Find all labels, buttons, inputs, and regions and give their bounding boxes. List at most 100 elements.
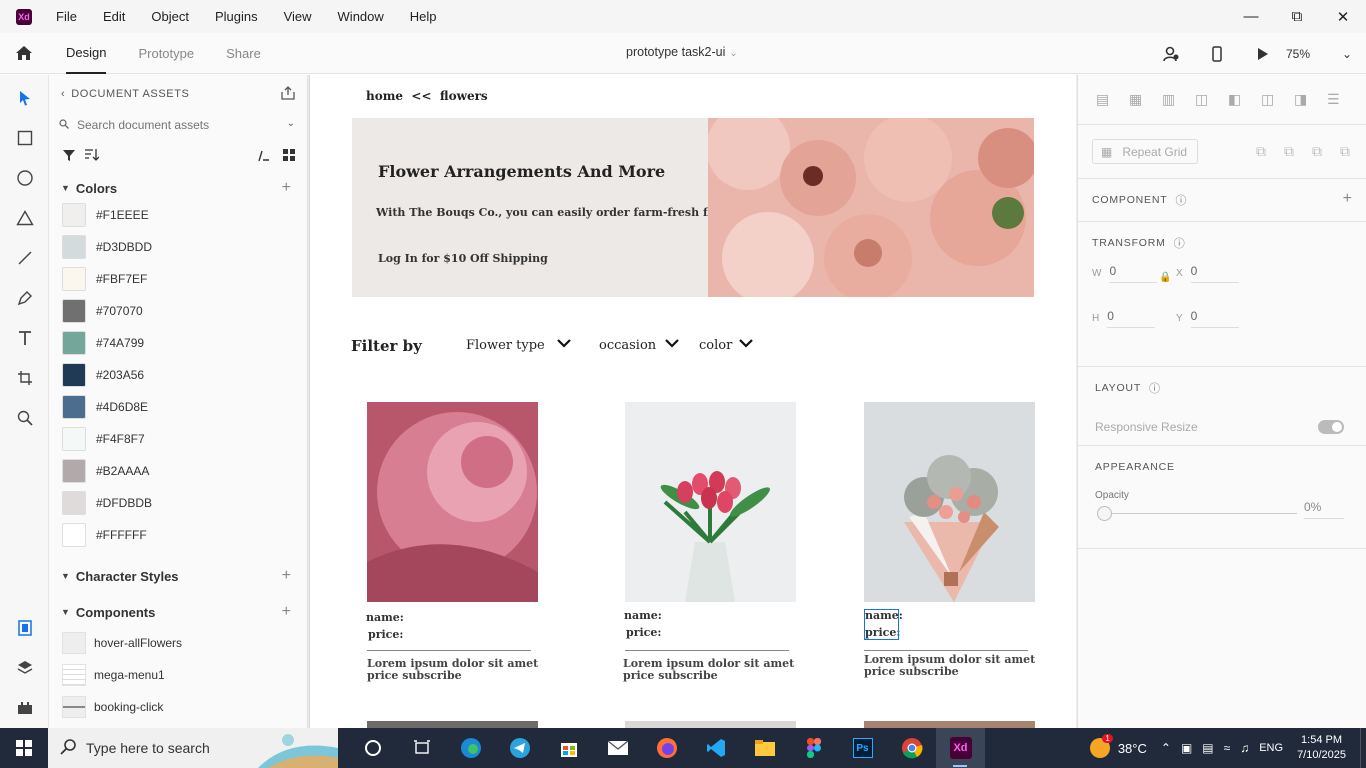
y-value[interactable]: 0	[1190, 309, 1239, 328]
pen-tool-icon[interactable]	[0, 278, 49, 318]
boolean-subtract-icon[interactable]: ⧉	[1284, 143, 1294, 160]
menu-help[interactable]: Help	[410, 9, 437, 24]
align-left-icon[interactable]: ◧	[1228, 91, 1261, 108]
home-icon[interactable]	[0, 33, 48, 74]
colors-section-header[interactable]: ▼ Colors +	[49, 177, 307, 199]
info-icon[interactable]: ⓘ	[1175, 192, 1187, 208]
filter-icon[interactable]	[63, 149, 75, 164]
search-input[interactable]	[77, 117, 257, 132]
opacity-value[interactable]: 0%	[1304, 500, 1344, 519]
component-item[interactable]: hover-allFlowers	[49, 627, 307, 659]
wifi-icon[interactable]: ≈	[1224, 741, 1231, 755]
component-item[interactable]: booking-click	[49, 691, 307, 723]
select-tool-icon[interactable]	[0, 78, 49, 118]
zoom-tool-icon[interactable]	[0, 398, 49, 438]
component-item[interactable]: mega-menu1	[49, 659, 307, 691]
color-swatch-row[interactable]: #B2AAAA	[49, 455, 307, 487]
close-icon[interactable]: ✕	[1320, 0, 1366, 33]
filter-flower-type[interactable]: Flower type	[466, 338, 545, 353]
product-image-next-row[interactable]	[625, 721, 796, 728]
menu-plugins[interactable]: Plugins	[215, 9, 258, 24]
photoshop-icon[interactable]: Ps	[838, 728, 887, 768]
hero-flower-image[interactable]	[708, 118, 1034, 297]
show-desktop-button[interactable]	[1360, 728, 1366, 768]
menu-edit[interactable]: Edit	[103, 9, 125, 24]
color-swatch-row[interactable]: #707070	[49, 295, 307, 327]
boolean-exclude-icon[interactable]: ⧉	[1340, 143, 1350, 160]
file-explorer-icon[interactable]	[740, 728, 789, 768]
sort-icon[interactable]	[85, 148, 100, 164]
color-swatch-row[interactable]: #4D6D8E	[49, 391, 307, 423]
document-assets-icon[interactable]	[0, 608, 49, 648]
menu-file[interactable]: File	[56, 9, 77, 24]
color-swatch-row[interactable]: #F4F8F7	[49, 423, 307, 455]
boolean-intersect-icon[interactable]: ⧉	[1312, 143, 1322, 160]
tab-prototype[interactable]: Prototype	[138, 33, 194, 74]
chevron-down-icon[interactable]: ⌄	[287, 118, 295, 129]
card-name-label[interactable]: name:	[366, 611, 404, 624]
artboard-tool-icon[interactable]	[0, 358, 49, 398]
canvas[interactable]: home << flowers Flower Arrangements And …	[308, 75, 1077, 728]
width-value[interactable]: 0	[1109, 264, 1158, 283]
card-price-label[interactable]: price:	[368, 628, 403, 641]
menu-object[interactable]: Object	[151, 9, 189, 24]
hero-title[interactable]: Flower Arrangements And More	[378, 162, 665, 181]
task-view-icon[interactable]	[397, 728, 446, 768]
align-bottom-icon[interactable]: ▥	[1162, 91, 1195, 108]
x-field[interactable]: X0	[1176, 264, 1239, 283]
card-name-label[interactable]: name:	[624, 609, 662, 622]
document-title[interactable]: prototype task2-ui ⌄	[626, 45, 738, 59]
weather-widget[interactable]: 1 38°C	[1089, 734, 1147, 758]
x-value[interactable]: 0	[1190, 264, 1239, 283]
grid-view-icon[interactable]	[283, 149, 295, 164]
polygon-tool-icon[interactable]	[0, 198, 49, 238]
opacity-slider-track[interactable]	[1103, 513, 1297, 514]
distribute-horizontal-icon[interactable]: ☰	[1327, 91, 1360, 108]
volume-icon[interactable]: ♫	[1240, 741, 1249, 755]
card-description[interactable]: Lorem ipsum dolor sit amet price subscri…	[367, 658, 547, 682]
add-component-icon[interactable]: +	[282, 603, 291, 621]
hero-cta[interactable]: Log In for $10 Off Shipping	[378, 252, 548, 265]
info-icon[interactable]: ⓘ	[1174, 235, 1186, 251]
menu-window[interactable]: Window	[338, 9, 384, 24]
align-right-icon[interactable]: ◨	[1294, 91, 1327, 108]
card-description[interactable]: Lorem ipsum dolor sit amet price subscri…	[623, 658, 803, 682]
add-color-icon[interactable]: +	[282, 179, 291, 197]
y-field[interactable]: Y0	[1176, 309, 1239, 328]
tab-design[interactable]: Design	[66, 33, 107, 74]
opacity-slider-handle[interactable]	[1097, 506, 1112, 521]
product-image-tulips[interactable]	[625, 402, 796, 602]
chevron-down-icon[interactable]	[664, 337, 680, 349]
height-field[interactable]: H0	[1092, 309, 1156, 328]
figma-icon[interactable]	[789, 728, 838, 768]
microsoft-store-icon[interactable]	[544, 728, 593, 768]
network-icon[interactable]: ▤	[1202, 741, 1213, 755]
taskbar-search[interactable]: Type here to search	[48, 728, 338, 768]
align-center-icon[interactable]: ◫	[1261, 91, 1294, 108]
invite-user-icon[interactable]	[1148, 46, 1194, 62]
hero-subtitle[interactable]: With The Bouqs Co., you can easily order…	[376, 206, 722, 219]
breadcrumb[interactable]: home << flowers	[366, 89, 488, 103]
menu-view[interactable]: View	[284, 9, 312, 24]
card-description[interactable]: Lorem ipsum dolor sit amet price subscri…	[864, 654, 1044, 678]
back-chevron-icon[interactable]: ‹	[61, 88, 65, 100]
width-field[interactable]: W0	[1092, 264, 1158, 283]
telegram-icon[interactable]	[495, 728, 544, 768]
share-assets-icon[interactable]	[281, 86, 295, 103]
mail-icon[interactable]	[593, 728, 642, 768]
text-tool-icon[interactable]	[0, 318, 49, 358]
list-view-icon[interactable]	[257, 149, 269, 164]
device-preview-icon[interactable]	[1194, 45, 1240, 62]
minimize-icon[interactable]: —	[1228, 0, 1274, 33]
color-swatch-row[interactable]: #DFDBDB	[49, 487, 307, 519]
responsive-resize-toggle[interactable]	[1318, 420, 1344, 434]
filter-occasion[interactable]: occasion	[599, 338, 656, 353]
color-swatch-row[interactable]: #FBF7EF	[49, 263, 307, 295]
components-section-header[interactable]: ▼ Components +	[49, 601, 307, 623]
height-value[interactable]: 0	[1107, 309, 1156, 328]
color-swatch-row[interactable]: #203A56	[49, 359, 307, 391]
chevron-down-icon[interactable]	[556, 337, 572, 349]
ellipse-tool-icon[interactable]	[0, 158, 49, 198]
add-character-style-icon[interactable]: +	[282, 567, 291, 585]
tab-share[interactable]: Share	[226, 33, 261, 74]
